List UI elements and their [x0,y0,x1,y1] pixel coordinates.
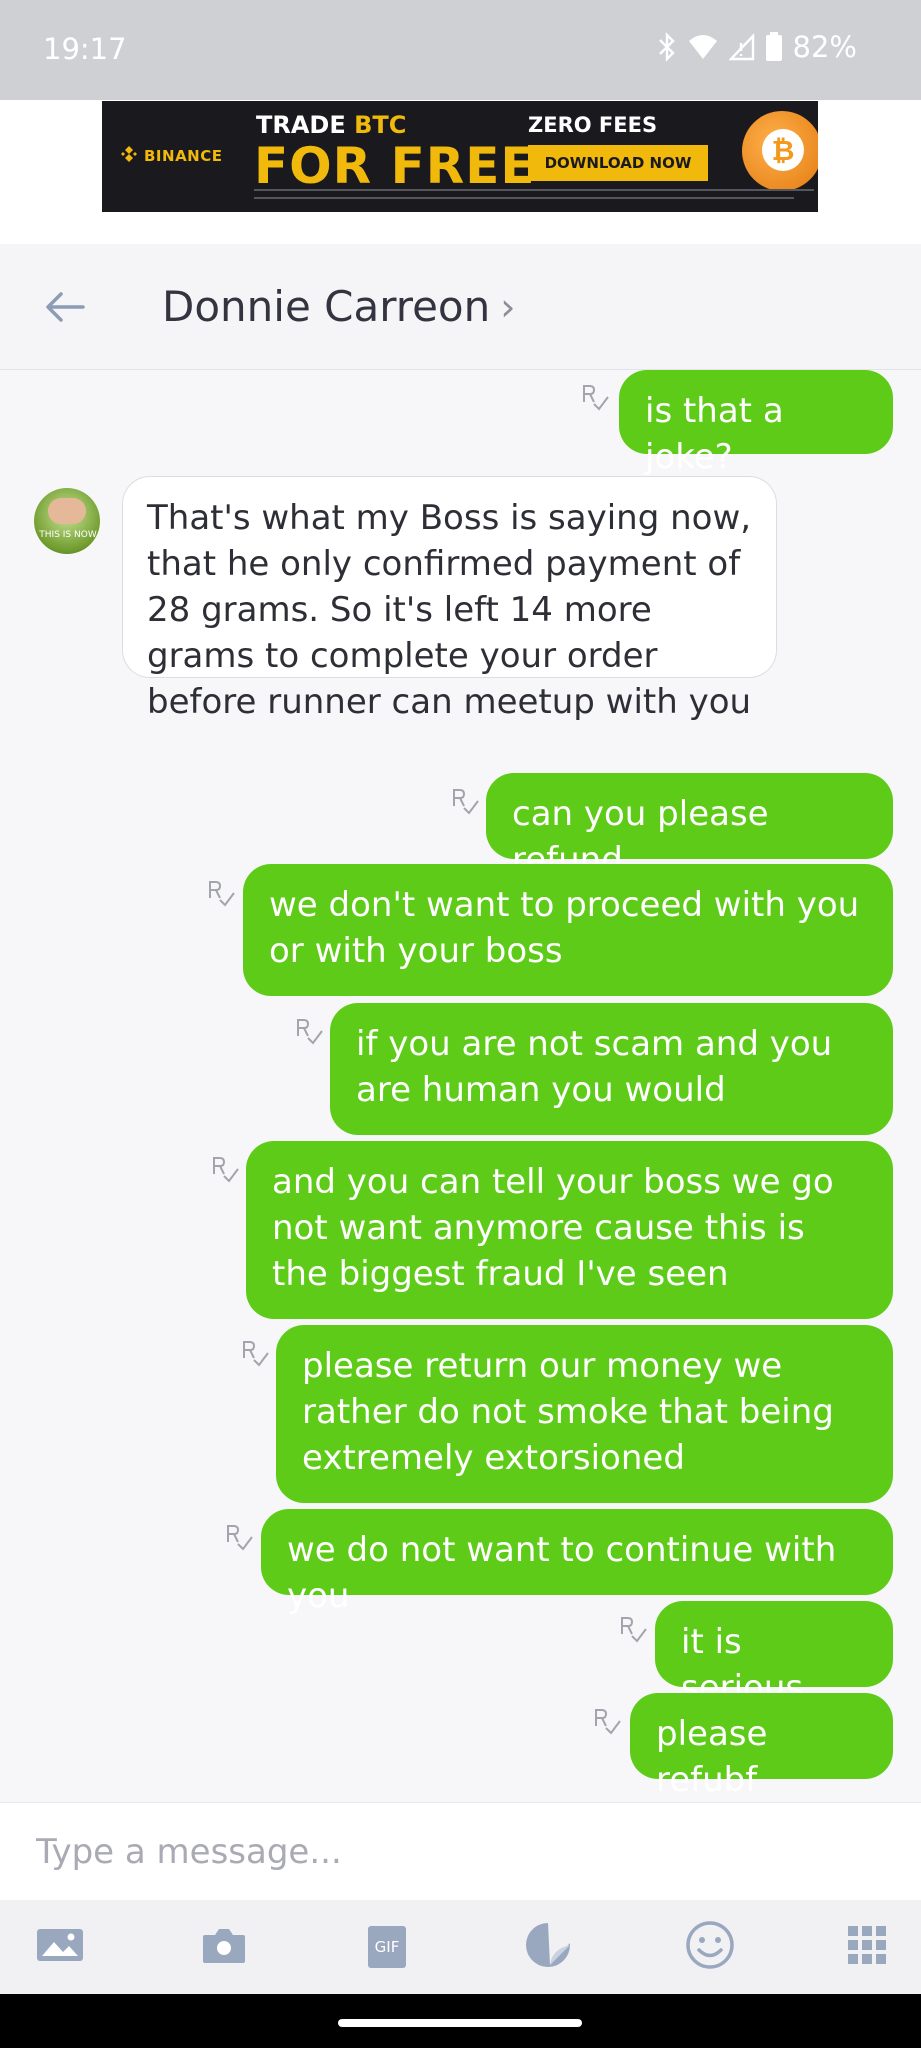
outgoing-message[interactable]: we do not want to continue with you [261,1509,893,1616]
avatar-caption: THIS IS NOW [39,530,97,540]
outgoing-message[interactable]: if you are not scam and you are human yo… [330,1003,893,1135]
gif-icon: GIF [368,1926,406,1968]
ad-fineprint [254,189,814,191]
ad-headline-accent: BTC [354,111,407,139]
read-receipt-icon [206,878,236,908]
ad-area: BINANCE TRADE BTC FOR FREE ZERO FEES DOW… [0,100,921,244]
wifi-icon [687,33,719,61]
outgoing-message[interactable]: we don't want to proceed with you or wit… [243,864,893,996]
incoming-message[interactable]: That's what my Boss is saying now, that … [122,476,777,722]
back-button[interactable] [40,284,90,334]
signal-icon [728,33,755,61]
message-input[interactable] [0,1803,921,1901]
ad-headline-2: FOR FREE [254,137,536,195]
message-list[interactable]: is that a joke? THIS IS NOW That's what … [0,370,921,1802]
status-time: 19:17 [43,32,127,66]
outgoing-message[interactable]: is that a joke? [619,370,893,477]
sticker-icon [524,1921,572,1973]
composer-toolbar: GIF [0,1900,921,1994]
battery-percent: 82% [792,30,857,64]
outgoing-message[interactable]: please refubf [630,1693,893,1800]
ad-brand-logo: BINANCE [120,145,223,167]
bluetooth-icon [657,32,677,62]
system-nav-bar [0,1994,921,2048]
read-receipt-icon [592,1706,622,1736]
home-gesture-handle[interactable] [338,2019,582,2027]
outgoing-message[interactable]: can you please refund [486,773,893,880]
more-apps-button[interactable] [840,1920,894,1974]
read-receipt-icon [224,1522,254,1552]
avatar-image [48,498,86,524]
contact-name-button[interactable]: Donnie Carreon › [162,282,515,331]
ad-brand-text: BINANCE [144,147,223,165]
read-receipt-icon [450,786,480,816]
read-receipt-icon [580,382,610,412]
ad-fineprint [254,197,794,199]
read-receipt-icon [210,1154,240,1184]
emoji-icon [685,1920,735,1974]
grid-icon [848,1926,886,1968]
outgoing-message[interactable]: and you can tell your boss we go not wan… [246,1141,893,1319]
gallery-button[interactable] [33,1920,87,1974]
ad-zero-fees: ZERO FEES [528,113,658,137]
sticker-button[interactable] [521,1920,575,1974]
read-receipt-icon [294,1016,324,1046]
read-receipt-icon [240,1338,270,1368]
contact-name: Donnie Carreon [162,282,491,331]
bitcoin-symbol: ₿ [762,129,804,171]
battery-icon [765,32,783,62]
bitcoin-coin-icon: ₿ [742,111,818,191]
outgoing-message[interactable]: it is serious [655,1601,893,1708]
camera-icon [201,1925,247,1969]
ad-download-button[interactable]: DOWNLOAD NOW [528,145,708,181]
ad-banner[interactable]: BINANCE TRADE BTC FOR FREE ZERO FEES DOW… [102,101,818,212]
back-arrow-icon [45,291,85,327]
outgoing-message[interactable]: please return our money we rather do not… [276,1325,893,1503]
status-bar: 19:17 82% [0,0,921,100]
status-icons: 82% [657,30,857,64]
ad-headline-1: TRADE BTC [256,111,406,139]
emoji-button[interactable] [683,1920,737,1974]
composer [0,1802,921,1901]
image-icon [35,1925,85,1969]
gif-button[interactable]: GIF [360,1920,414,1974]
camera-button[interactable] [197,1920,251,1974]
read-receipt-icon [618,1614,648,1644]
chat-header: Donnie Carreon › [0,244,921,370]
ad-headline-prefix: TRADE [256,111,355,139]
contact-avatar[interactable]: THIS IS NOW [34,488,100,554]
binance-icon [120,145,138,167]
chevron-right-icon: › [500,284,516,329]
